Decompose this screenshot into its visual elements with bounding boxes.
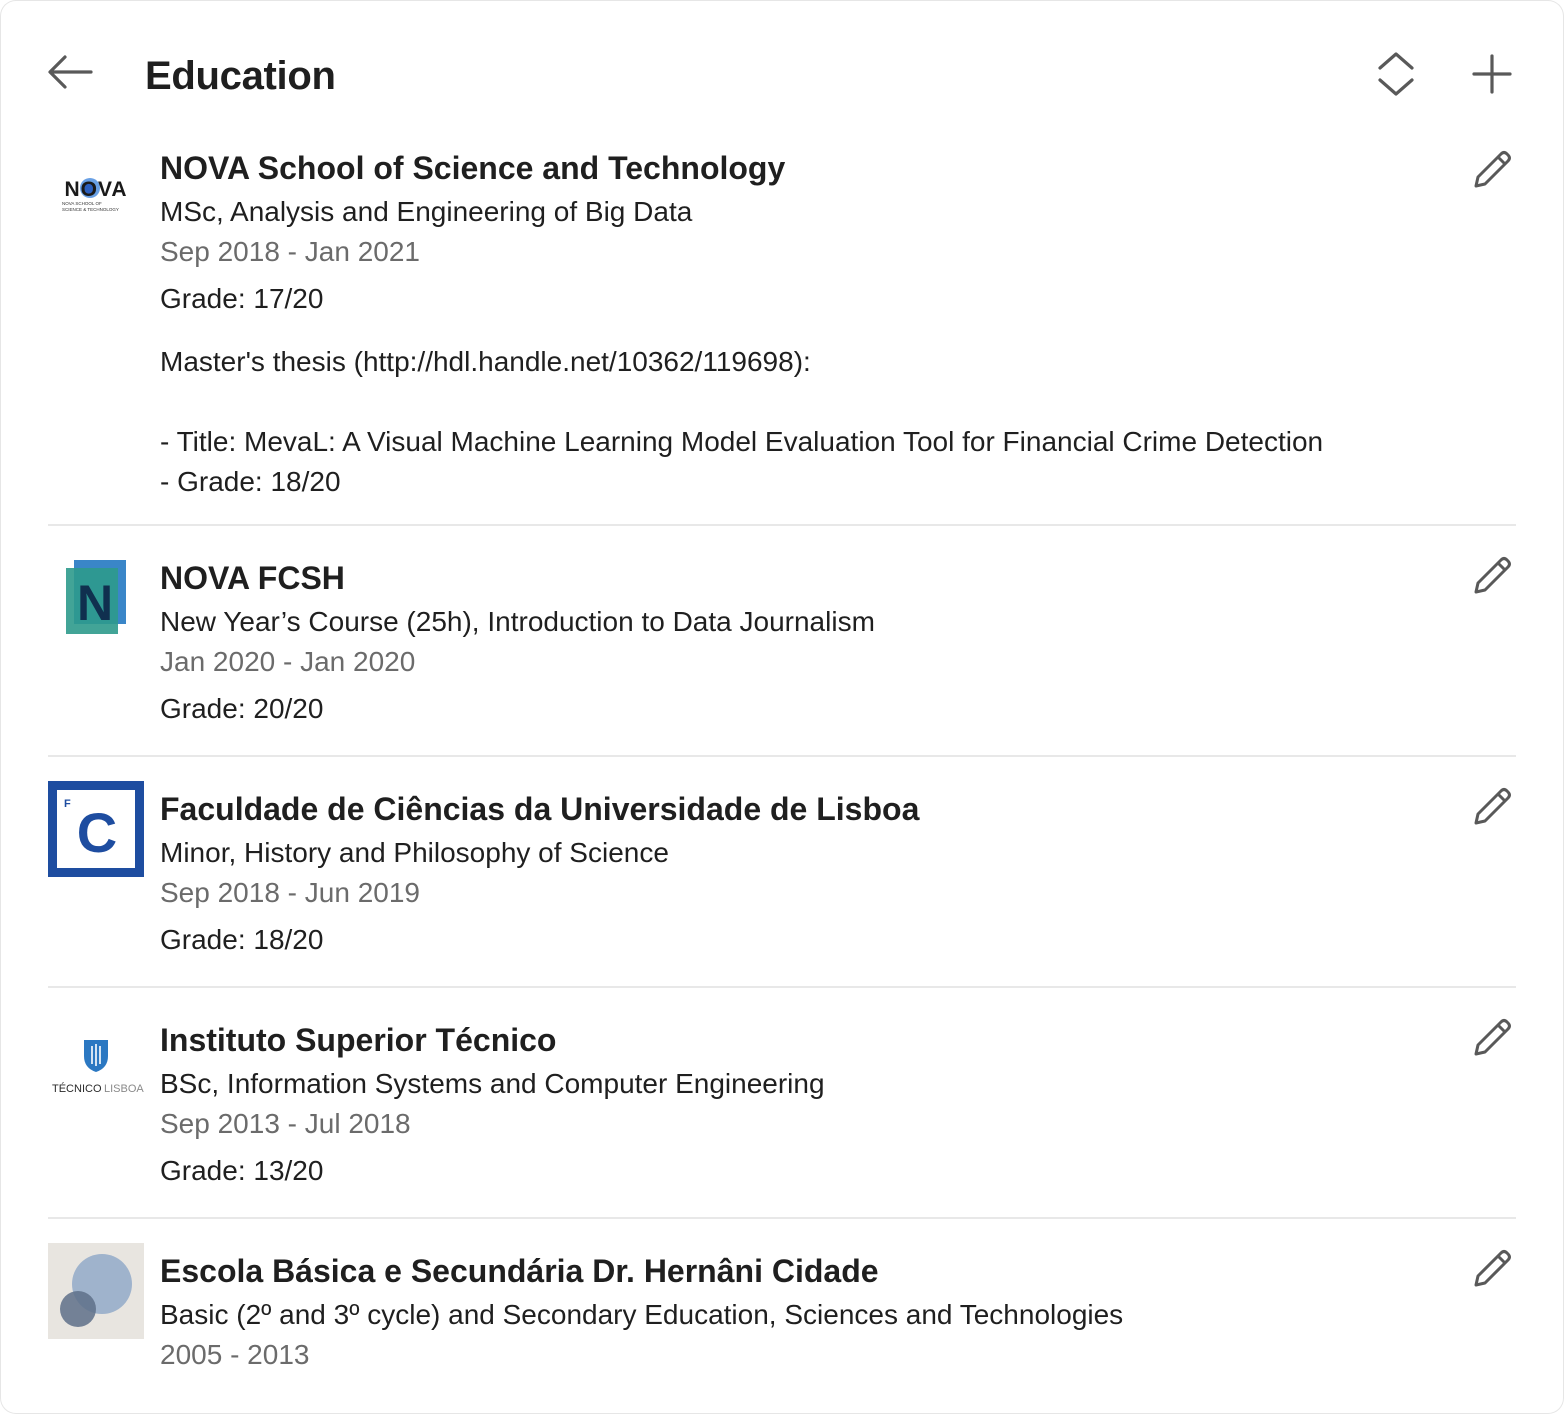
page-title: Education <box>145 54 336 98</box>
grade: Grade: 20/20 <box>160 693 324 724</box>
reorder-button[interactable] <box>1366 44 1426 104</box>
education-content: Faculdade de Ciências da Universidade de… <box>160 757 1406 960</box>
pencil-icon <box>1474 151 1511 188</box>
education-item: TÉCNICO LISBOA Instituto Superior Técnic… <box>48 988 1516 1219</box>
education-content: NOVA FCSH New Year’s Course (25h), Intro… <box>160 526 1406 729</box>
school-name[interactable]: Escola Básica e Secundária Dr. Hernâni C… <box>160 1251 1406 1291</box>
pencil-icon <box>1474 788 1511 825</box>
degree: Basic (2º and 3º cycle) and Secondary Ed… <box>160 1299 1124 1330</box>
school-logo[interactable]: N <box>48 550 144 646</box>
education-content: Instituto Superior Técnico BSc, Informat… <box>160 988 1406 1191</box>
svg-text:C: C <box>77 801 117 864</box>
date-range: 2005 - 2013 <box>160 1339 310 1370</box>
reorder-icon <box>1378 52 1414 96</box>
svg-text:TÉCNICO: TÉCNICO <box>52 1082 102 1095</box>
education-panel: Education NOVA NOVA SCHOOL OF SCIENCE & … <box>0 0 1564 1414</box>
edit-button[interactable] <box>1468 146 1516 194</box>
education-item: NOVA NOVA SCHOOL OF SCIENCE & TECHNOLOGY… <box>48 140 1516 526</box>
school-name[interactable]: Faculdade de Ciências da Universidade de… <box>160 789 1406 829</box>
date-range: Jan 2020 - Jan 2020 <box>160 646 416 677</box>
date-range: Sep 2018 - Jun 2019 <box>160 877 420 908</box>
date-range: Sep 2013 - Jul 2018 <box>160 1108 411 1139</box>
svg-text:NOVA: NOVA <box>64 178 127 201</box>
degree: New Year’s Course (25h), Introduction to… <box>160 606 875 637</box>
pencil-icon <box>1474 1019 1511 1056</box>
education-item: N NOVA FCSH New Year’s Course (25h), Int… <box>48 526 1516 757</box>
grade: Grade: 13/20 <box>160 1155 324 1186</box>
school-logo[interactable]: TÉCNICO LISBOA <box>48 1012 144 1108</box>
panel-header: Education <box>0 0 1564 150</box>
description: Master's thesis (http://hdl.handle.net/1… <box>160 346 1324 497</box>
svg-text:F: F <box>64 798 71 810</box>
school-name[interactable]: NOVA School of Science and Technology <box>160 148 1406 188</box>
education-list: NOVA NOVA SCHOOL OF SCIENCE & TECHNOLOGY… <box>48 140 1516 1399</box>
school-name[interactable]: NOVA FCSH <box>160 558 1406 598</box>
degree: Minor, History and Philosophy of Science <box>160 837 669 868</box>
svg-text:N: N <box>77 575 113 631</box>
add-education-button[interactable] <box>1462 44 1522 104</box>
svg-text:LISBOA: LISBOA <box>104 1083 144 1095</box>
edit-button[interactable] <box>1468 783 1516 831</box>
grade: Grade: 18/20 <box>160 924 324 955</box>
education-item: F C Faculdade de Ciências da Universidad… <box>48 757 1516 988</box>
edit-button[interactable] <box>1468 1245 1516 1293</box>
back-button[interactable] <box>40 44 100 100</box>
education-item: Escola Básica e Secundária Dr. Hernâni C… <box>48 1219 1516 1399</box>
school-name[interactable]: Instituto Superior Técnico <box>160 1020 1406 1060</box>
school-logo[interactable]: F C <box>48 781 144 877</box>
degree: BSc, Information Systems and Computer En… <box>160 1068 825 1099</box>
education-content: NOVA School of Science and Technology MS… <box>160 140 1406 502</box>
edit-button[interactable] <box>1468 1014 1516 1062</box>
plus-icon <box>1472 54 1512 94</box>
edit-button[interactable] <box>1468 552 1516 600</box>
pencil-icon <box>1474 1250 1511 1287</box>
date-range: Sep 2018 - Jan 2021 <box>160 236 420 267</box>
svg-text:SCIENCE & TECHNOLOGY: SCIENCE & TECHNOLOGY <box>62 207 119 212</box>
education-content: Escola Básica e Secundária Dr. Hernâni C… <box>160 1219 1406 1375</box>
school-logo-placeholder[interactable] <box>48 1243 144 1339</box>
pencil-icon <box>1474 557 1511 594</box>
degree: MSc, Analysis and Engineering of Big Dat… <box>160 196 693 227</box>
arrow-left-icon <box>48 55 93 89</box>
svg-text:NOVA SCHOOL OF: NOVA SCHOOL OF <box>62 201 102 206</box>
grade: Grade: 17/20 <box>160 283 324 314</box>
school-logo[interactable]: NOVA NOVA SCHOOL OF SCIENCE & TECHNOLOGY <box>48 140 144 236</box>
